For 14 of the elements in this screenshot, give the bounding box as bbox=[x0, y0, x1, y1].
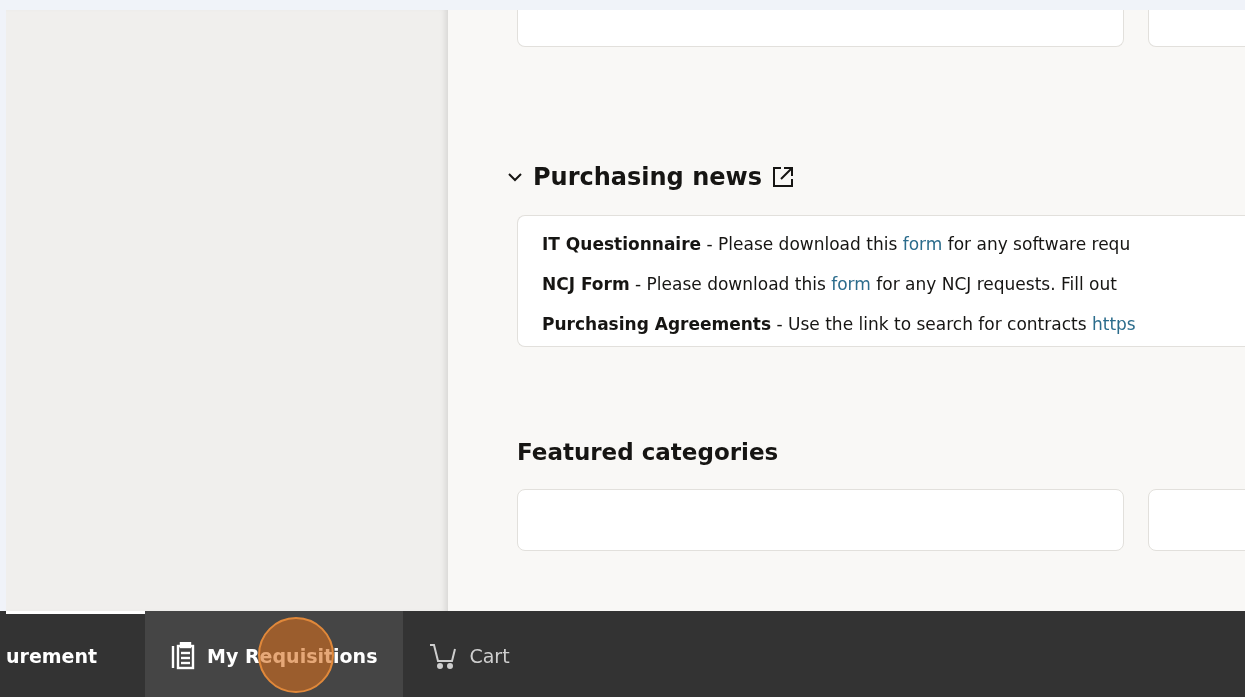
cart-icon bbox=[429, 641, 458, 670]
clipboard-icon bbox=[171, 641, 196, 670]
section-title: Featured categories bbox=[517, 439, 780, 467]
link[interactable]: https bbox=[1091, 314, 1136, 334]
nav-tab[interactable]: My Requisitions bbox=[145, 611, 404, 697]
external-link-icon[interactable] bbox=[772, 166, 794, 188]
link[interactable]: form bbox=[831, 274, 871, 294]
section-title: Purchasing news bbox=[533, 163, 762, 191]
nav-tab[interactable]: Cart bbox=[403, 611, 536, 697]
news-item: Purchasing Agreements - Use the link to search for contracts https bbox=[542, 314, 1137, 334]
news-item: NCJ Form - Please download this form for any NCJ requests. Fill out bbox=[542, 274, 1118, 294]
news-item: IT Questionnaire - Please download this form for any software requ bbox=[542, 234, 1132, 254]
link[interactable]: form bbox=[902, 234, 943, 254]
chevron-icon[interactable] bbox=[507, 172, 523, 182]
